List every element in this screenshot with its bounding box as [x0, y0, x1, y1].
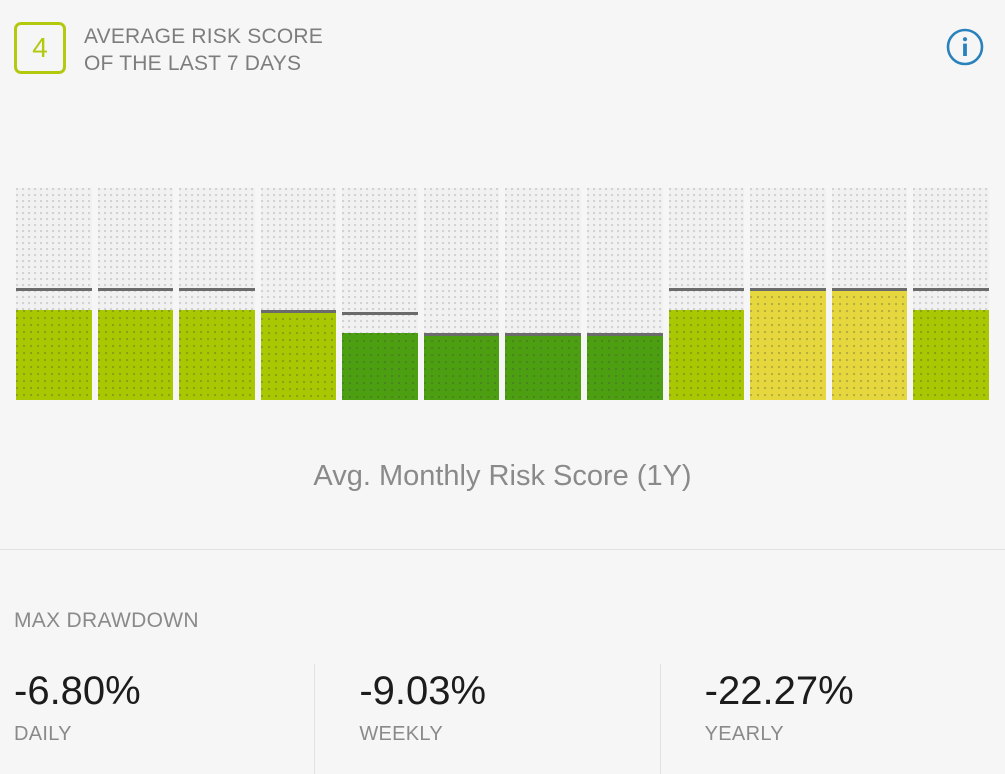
page-title: AVERAGE RISK SCORE OF THE LAST 7 DAYS: [84, 25, 323, 75]
info-circle-icon: [946, 28, 984, 66]
stat-label: YEARLY: [704, 723, 784, 745]
chart-bar-4[interactable]: [260, 188, 337, 400]
stat-value: -6.80%: [14, 669, 141, 713]
bar-reference-marker: [831, 288, 908, 291]
chart-bars: [16, 188, 989, 400]
bar-fill: [342, 333, 418, 400]
chart-bar-2[interactable]: [97, 188, 174, 400]
risk-score-panel: 4 AVERAGE RISK SCORE OF THE LAST 7 DAYS …: [0, 0, 1005, 774]
bar-reference-marker: [423, 333, 500, 336]
chart-bar-8[interactable]: [587, 188, 663, 400]
risk-score-chart: [0, 188, 1005, 403]
stat-label: DAILY: [14, 723, 72, 745]
bar-reference-marker: [260, 310, 337, 313]
bar-fill: [587, 333, 663, 400]
chart-bar-7[interactable]: [505, 188, 582, 400]
chart-title: Avg. Monthly Risk Score (1Y): [313, 460, 692, 492]
max-drawdown-heading: MAX DRAWDOWN: [14, 609, 199, 632]
header-left-group: 4 AVERAGE RISK SCORE OF THE LAST 7 DAYS: [0, 0, 323, 77]
average-risk-score-value: 4: [32, 32, 48, 63]
stat-value: -22.27%: [704, 669, 854, 713]
chart-bar-1[interactable]: [16, 188, 92, 400]
bar-reference-marker: [97, 288, 174, 291]
bar-fill: [97, 310, 174, 400]
max-drawdown-stats-row: -6.80% DAILY -9.03% WEEKLY -22.27% YEARLY: [0, 664, 1005, 774]
chart-bar-5[interactable]: [342, 188, 418, 400]
bar-fill: [831, 289, 908, 400]
stat-cell-yearly: -22.27% YEARLY: [659, 664, 1005, 774]
bar-reference-marker: [913, 288, 989, 291]
bar-reference-marker: [342, 312, 418, 315]
info-button[interactable]: [943, 25, 987, 69]
bar-reference-marker: [505, 333, 582, 336]
stat-label: WEEKLY: [359, 723, 444, 745]
bar-reference-marker: [668, 288, 745, 291]
bar-fill: [668, 310, 745, 400]
chart-bar-10[interactable]: [750, 188, 826, 400]
stat-cell-weekly: -9.03% WEEKLY: [314, 664, 659, 774]
chart-bar-6[interactable]: [423, 188, 500, 400]
chart-bar-9[interactable]: [668, 188, 745, 400]
bar-fill: [750, 289, 826, 400]
bar-reference-marker: [16, 288, 92, 291]
bar-fill: [423, 333, 500, 400]
bar-fill: [179, 310, 255, 400]
average-risk-score-badge: 4: [14, 22, 66, 74]
bar-fill: [16, 310, 92, 400]
chart-bar-11[interactable]: [831, 188, 908, 400]
bar-fill: [260, 311, 337, 400]
chart-bar-12[interactable]: [913, 188, 989, 400]
chart-bar-3[interactable]: [179, 188, 255, 400]
bar-fill: [913, 310, 989, 400]
bar-reference-marker: [179, 288, 255, 291]
max-drawdown-section: MAX DRAWDOWN -6.80% DAILY -9.03% WEEKLY -22.…: [0, 549, 1005, 774]
bar-reference-marker: [750, 288, 826, 291]
stat-cell-daily: -6.80% DAILY: [0, 664, 314, 774]
bar-fill: [505, 333, 582, 400]
bar-reference-marker: [587, 333, 663, 336]
panel-header: 4 AVERAGE RISK SCORE OF THE LAST 7 DAYS: [0, 0, 1005, 100]
stat-value: -9.03%: [359, 669, 487, 713]
